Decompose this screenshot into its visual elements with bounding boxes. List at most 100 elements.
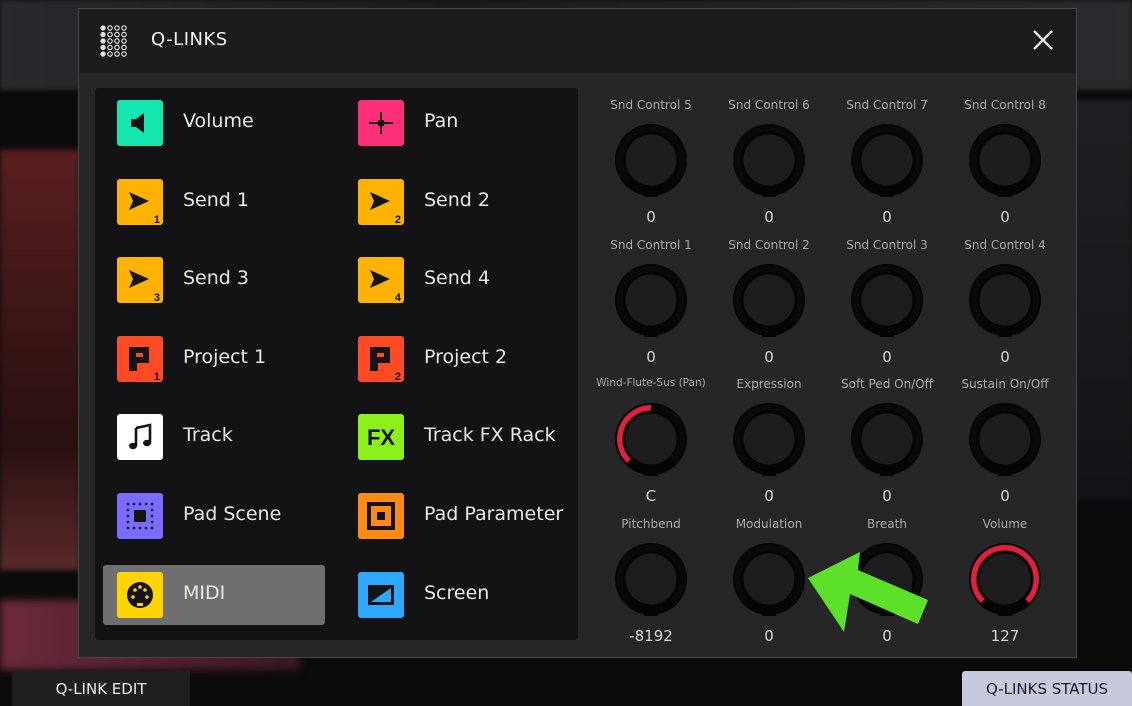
- pan-icon: [358, 100, 404, 146]
- knob-wind-flute-sus-pan[interactable]: Wind-Flute-Sus (Pan) C: [592, 377, 710, 517]
- arrow-annotation-icon: [808, 552, 928, 632]
- knob-snd-control-5[interactable]: Snd Control 5 0: [592, 98, 710, 238]
- fx-icon: FX: [358, 414, 404, 461]
- dialog-title: Q-LINKS: [151, 29, 228, 50]
- knob-dial-icon: [615, 542, 687, 616]
- knob-value: 127: [990, 626, 1020, 645]
- list-item-send-2[interactable]: 2 Send 2: [344, 172, 566, 232]
- knob-dial-icon: [615, 263, 687, 337]
- knob-expression[interactable]: Expression 0: [710, 377, 828, 517]
- knob-value: 0: [1000, 487, 1010, 505]
- list-item-track[interactable]: Track: [103, 407, 325, 467]
- knob-value: 0: [1000, 208, 1010, 226]
- q-links-status-tab[interactable]: Q-LINKS STATUS: [962, 671, 1132, 706]
- knob-snd-control-4[interactable]: Snd Control 4 0: [946, 238, 1064, 378]
- knob-dial-icon: [851, 403, 923, 476]
- svg-text:1: 1: [154, 214, 160, 225]
- speaker-icon: [117, 100, 163, 146]
- list-item-send-4[interactable]: 4 Send 4: [344, 250, 566, 310]
- knob-snd-control-3[interactable]: Snd Control 3 0: [828, 238, 946, 378]
- q-link-target-list: Volume Pan 1 Send 1 2 Send 2 3 Send 3 4 Send 4 1 Pr…: [95, 88, 578, 640]
- list-item-screen[interactable]: Screen: [344, 565, 566, 625]
- knob-dial-icon: [969, 542, 1041, 616]
- knob-dial-icon: [969, 124, 1041, 197]
- list-item-pan[interactable]: Pan: [344, 93, 566, 153]
- knob-label: Expression: [736, 377, 802, 391]
- svg-text:FX: FX: [367, 425, 395, 450]
- knob-label: Snd Control 7: [846, 98, 928, 112]
- knob-label: Volume: [982, 516, 1028, 531]
- list-item-send-1[interactable]: 1 Send 1: [103, 172, 325, 232]
- knob-value: 0: [764, 347, 774, 366]
- send-icon: 3: [117, 257, 163, 304]
- list-item-label: Screen: [424, 581, 490, 604]
- knob-label: Snd Control 3: [846, 237, 928, 252]
- knob-label: Breath: [867, 516, 907, 531]
- project-icon: 2: [358, 335, 404, 382]
- knob-pitchbend[interactable]: Pitchbend -8192: [592, 517, 710, 657]
- knob-value: -8192: [629, 626, 673, 645]
- list-item-project-2[interactable]: 2 Project 2: [344, 329, 566, 389]
- list-item-midi[interactable]: MIDI: [103, 564, 325, 625]
- knob-value: 0: [882, 487, 892, 505]
- list-item-label: Volume: [183, 110, 254, 132]
- project-icon: 1: [117, 335, 163, 382]
- svg-text:3: 3: [154, 292, 160, 303]
- knob-label: Modulation: [735, 516, 803, 531]
- list-item-project-1[interactable]: 1 Project 1: [103, 329, 325, 389]
- screen-icon: [358, 571, 404, 618]
- screen-root: Q-LINKS Volume Pan 1 Send 1 2 Send 2 3 Send 3 4 S…: [0, 0, 1132, 706]
- knob-value: 0: [1000, 347, 1010, 366]
- knob-snd-control-7[interactable]: Snd Control 7 0: [828, 98, 946, 238]
- midi-icon: [117, 571, 163, 618]
- q-link-edit-tab[interactable]: Q-LINK EDIT: [12, 671, 190, 706]
- knob-value: 0: [646, 208, 656, 226]
- list-item-label: Send 4: [424, 267, 490, 290]
- knob-value: 0: [764, 208, 774, 226]
- knob-sustain-on-off[interactable]: Sustain On/Off 0: [946, 377, 1064, 517]
- list-item-label: MIDI: [183, 581, 226, 604]
- knob-label: Snd Control 8: [964, 98, 1046, 112]
- knob-value: C: [645, 487, 657, 505]
- list-item-track-fx-rack[interactable]: FX Track FX Rack: [344, 407, 566, 467]
- knob-volume[interactable]: Volume 127: [946, 517, 1064, 657]
- dialog-header: Q-LINKS: [79, 9, 1076, 73]
- list-item-pad-scene[interactable]: Pad Scene: [103, 486, 325, 546]
- knob-soft-ped-on-off[interactable]: Soft Ped On/Off 0: [828, 377, 946, 517]
- knob-snd-control-2[interactable]: Snd Control 2 0: [710, 238, 828, 378]
- send-icon: 4: [358, 257, 404, 304]
- send-icon: 2: [358, 178, 404, 225]
- music-note-icon: [117, 414, 163, 461]
- svg-text:2: 2: [395, 371, 401, 382]
- knob-label: Snd Control 5: [610, 98, 692, 112]
- knob-label: Sustain On/Off: [961, 377, 1049, 391]
- list-item-label: Send 3: [183, 267, 249, 290]
- knob-dial-icon: [733, 263, 805, 337]
- pad-scene-icon: [117, 493, 163, 539]
- list-item-label: Project 2: [424, 345, 508, 368]
- knob-dial-icon: [733, 542, 805, 616]
- knob-dial-icon: [969, 263, 1041, 337]
- knob-label: Pitchbend: [621, 516, 681, 531]
- knob-snd-control-6[interactable]: Snd Control 6 0: [710, 98, 828, 238]
- knob-value: 0: [882, 208, 892, 226]
- list-item-volume[interactable]: Volume: [103, 93, 325, 153]
- knob-dial-icon: [851, 263, 923, 337]
- knob-label: Snd Control 1: [610, 237, 692, 252]
- close-icon[interactable]: [1028, 25, 1058, 55]
- list-item-label: Send 1: [183, 188, 249, 211]
- knob-label: Soft Ped On/Off: [841, 377, 933, 391]
- knob-label: Snd Control 2: [728, 237, 810, 252]
- list-item-label: Track: [183, 424, 233, 447]
- knob-snd-control-8[interactable]: Snd Control 8 0: [946, 98, 1064, 238]
- pad-parameter-icon: [358, 493, 404, 539]
- list-item-label: Pad Scene: [183, 503, 282, 525]
- list-item-pad-parameter[interactable]: Pad Parameter: [344, 486, 566, 546]
- list-item-send-3[interactable]: 3 Send 3: [103, 250, 325, 310]
- knob-label: Snd Control 6: [728, 98, 810, 112]
- knob-dial-icon: [733, 403, 805, 476]
- knob-label: Snd Control 4: [964, 237, 1046, 252]
- list-item-label: Send 2: [424, 188, 490, 211]
- knob-snd-control-1[interactable]: Snd Control 1 0: [592, 238, 710, 378]
- list-item-label: Pad Parameter: [424, 503, 564, 525]
